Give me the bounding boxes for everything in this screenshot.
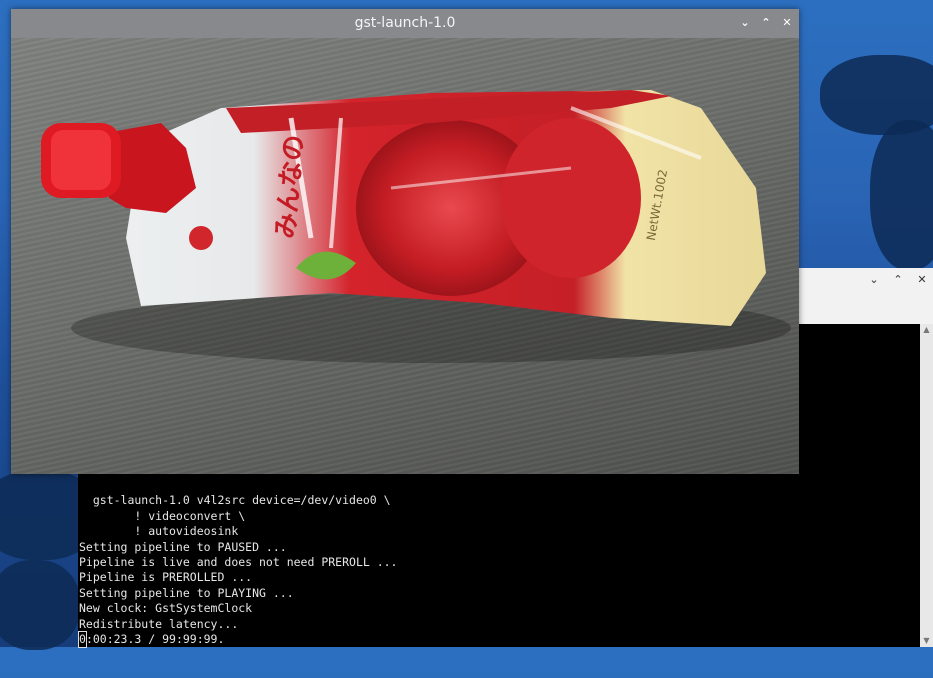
terminal-line: Setting pipeline to PAUSED ...: [79, 539, 287, 554]
terminal-line: gst-launch-1.0 v4l2src device=/dev/video…: [79, 493, 391, 508]
terminal-titlebar[interactable]: ⌄ ⌃ ✕: [798, 268, 933, 324]
chevron-down-icon[interactable]: ⌄: [739, 17, 751, 29]
chevron-down-icon[interactable]: ⌄: [868, 274, 880, 286]
gst-titlebar[interactable]: gst-launch-1.0 ⌄ ⌃ ✕: [11, 9, 799, 38]
terminal-cursor: 0: [78, 631, 87, 649]
terminal-line: Pipeline is PREROLLED ...: [79, 570, 253, 585]
progress-time: :00:23.3 / 99:99:99.: [85, 632, 225, 647]
desktop-tree-shape: [0, 560, 80, 650]
window-title: gst-launch-1.0: [354, 15, 456, 31]
terminal-line: New clock: GstSystemClock: [79, 601, 253, 616]
terminal-line: ! videoconvert \: [79, 508, 246, 523]
terminal-line: Redistribute latency...: [79, 616, 239, 631]
scroll-up-icon[interactable]: ▲: [920, 324, 933, 336]
close-icon[interactable]: ✕: [781, 17, 793, 29]
gst-video-window[interactable]: gst-launch-1.0 ⌄ ⌃ ✕ みんなの NetWt.1002: [11, 9, 799, 474]
terminal-scrollbar[interactable]: ▲ ▼: [920, 324, 933, 647]
terminal-line: Setting pipeline to PLAYING ...: [79, 585, 294, 600]
close-icon[interactable]: ✕: [916, 274, 928, 286]
chevron-up-icon[interactable]: ⌃: [760, 17, 772, 29]
apple-pouch-image: [41, 90, 791, 363]
desktop-tree-shape: [870, 120, 933, 270]
terminal-progress-line: 0:00:23.3 / 99:99:99.: [78, 631, 909, 649]
terminal-line: Pipeline is live and does not need PRERO…: [79, 555, 398, 570]
scroll-down-icon[interactable]: ▼: [920, 635, 933, 647]
video-frame: みんなの NetWt.1002: [11, 38, 799, 474]
terminal-output[interactable]: gst-launch-1.0 v4l2src device=/dev/video…: [78, 478, 909, 678]
terminal-line: ! autovideosink: [79, 524, 239, 539]
chevron-up-icon[interactable]: ⌃: [892, 274, 904, 286]
